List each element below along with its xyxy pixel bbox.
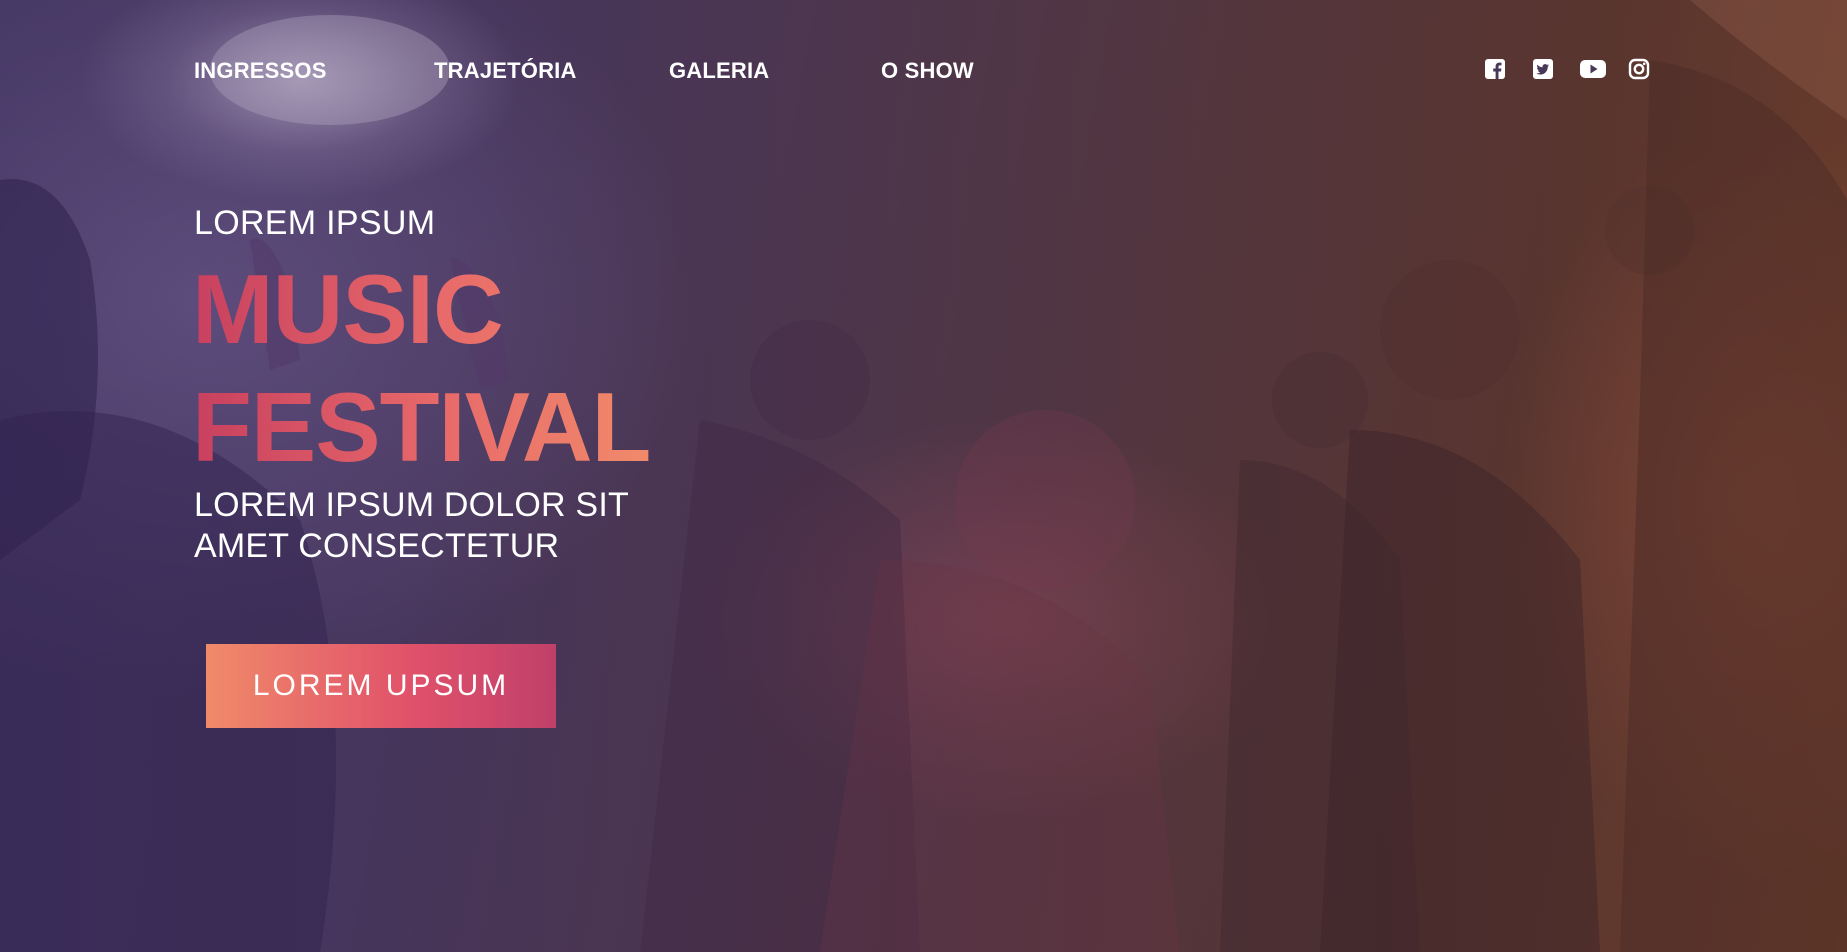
hero-title: MUSIC FESTIVAL (192, 250, 650, 486)
nav-item-trajetoria[interactable]: TRAJETÓRIA (434, 58, 669, 84)
social-links (1484, 57, 1676, 81)
cta-button-label: LOREM UPSUM (252, 669, 510, 702)
cta-button[interactable]: LOREM UPSUM (206, 644, 556, 728)
youtube-icon[interactable] (1580, 57, 1628, 81)
facebook-icon[interactable] (1484, 57, 1532, 81)
main-nav: INGRESSOS TRAJETÓRIA GALERIA O SHOW (194, 56, 974, 86)
hero-subtitle-line1: LOREM IPSUM DOLOR SIT (194, 486, 629, 524)
hero-kicker: LOREM IPSUM (194, 204, 436, 242)
nav-item-ingressos[interactable]: INGRESSOS (194, 58, 434, 84)
twitter-icon[interactable] (1532, 57, 1580, 81)
hero-subtitle: LOREM IPSUM DOLOR SIT AMET CONSECTETUR (194, 485, 629, 567)
nav-item-o-show[interactable]: O SHOW (881, 58, 974, 84)
hero-title-line1: MUSIC (192, 254, 503, 364)
hero-subtitle-line2: AMET CONSECTETUR (194, 527, 560, 565)
nav-item-galeria[interactable]: GALERIA (669, 58, 881, 84)
instagram-icon[interactable] (1628, 57, 1676, 81)
hero-title-line2: FESTIVAL (192, 372, 651, 482)
